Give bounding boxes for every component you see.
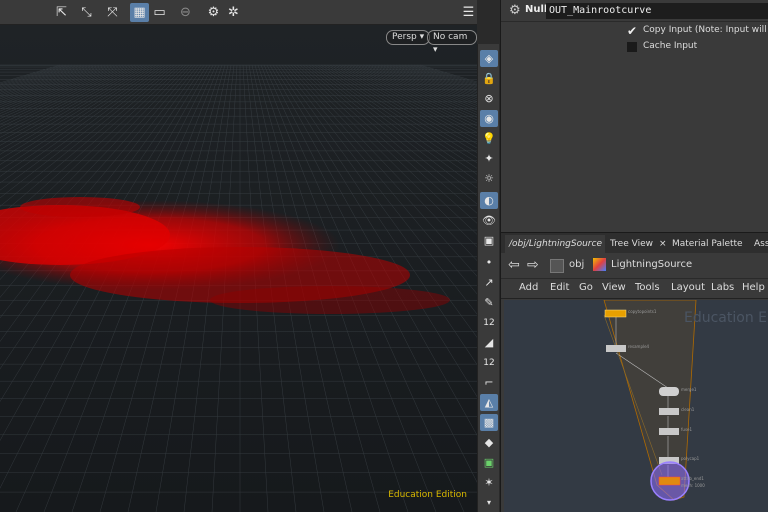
menu-go[interactable]: Go [579, 282, 593, 293]
forward-arrow-icon[interactable]: ⇨ [527, 257, 539, 273]
network-pane: /obj/LightningSource× Tree View × Materia… [500, 232, 768, 512]
tab-material-palette-label: Material Palette [672, 239, 743, 249]
handle-tool-icon[interactable]: ⤧ [103, 3, 122, 22]
point-display-icon[interactable]: • [480, 254, 498, 271]
node-output[interactable] [658, 476, 681, 486]
normal-display-icon[interactable]: ↗ [480, 274, 498, 291]
material-icon[interactable]: ◆ [480, 434, 498, 451]
menu-labs[interactable]: Labs [711, 282, 734, 293]
node-label-polycap: polycap1 [681, 456, 700, 461]
tab-tree-view[interactable]: Tree View × [606, 235, 666, 253]
network-editor[interactable]: Education E copytopoints1 resample4 merg… [504, 300, 768, 512]
node-clean[interactable] [659, 408, 679, 415]
node-fuse[interactable] [659, 428, 679, 435]
checker-icon[interactable]: ▩ [480, 414, 498, 431]
lock-icon[interactable]: 🔒 [480, 70, 498, 87]
copy-input-checkbox[interactable]: ✔ [627, 25, 637, 37]
tab-network[interactable]: /obj/LightningSource× [505, 235, 605, 253]
node-type-label: Null [525, 4, 548, 15]
uv-icon[interactable]: ⌐ [480, 374, 498, 391]
node-merge[interactable] [659, 387, 679, 396]
path-context[interactable]: obj [569, 259, 584, 270]
path-bar: ⇦ ⇨ obj LightningSource [501, 253, 768, 279]
geo-node-icon [593, 258, 606, 271]
vertex-number-icon[interactable]: 12 [480, 314, 498, 331]
camera-view-menu[interactable]: Persp ▾ [386, 30, 431, 45]
shading-icon[interactable]: ◐ [480, 192, 498, 209]
close-icon[interactable]: × [659, 239, 666, 249]
menu-layout[interactable]: Layout [671, 282, 705, 293]
menu-view[interactable]: View [602, 282, 626, 293]
cache-input-checkbox[interactable] [627, 42, 637, 52]
menu-help[interactable]: Help [742, 282, 765, 293]
snap-icon[interactable]: ✶ [480, 474, 498, 491]
camera-select-label: No cam [433, 32, 468, 42]
gear-icon[interactable]: ⚙ [509, 3, 521, 18]
clear-icon[interactable]: ⊗ [480, 90, 498, 107]
parameter-header: ⚙ Null OUT_Mainrootcurve [501, 0, 768, 22]
viewport-canvas[interactable] [0, 25, 477, 512]
node-label-output-info: mesh: 1000 [681, 483, 705, 488]
obj-context-icon [550, 259, 564, 273]
education-watermark-network: Education E [684, 310, 767, 326]
visibility-icon[interactable]: 👁 [480, 212, 498, 229]
education-watermark: Education Edition [388, 490, 467, 500]
node-label-fuse: fuse1 [681, 427, 693, 432]
prim-icon[interactable]: ◢ [480, 334, 498, 351]
select-tool-icon[interactable]: ⇱ [52, 3, 71, 22]
pane-tabs: /obj/LightningSource× Tree View × Materia… [501, 233, 768, 253]
node-resample[interactable] [606, 345, 626, 352]
back-arrow-icon[interactable]: ⇦ [508, 257, 520, 273]
node-label-clean: clean1 [681, 407, 695, 412]
node-copytopoints[interactable] [604, 309, 627, 318]
ghost-icon[interactable]: ◉ [480, 110, 498, 127]
node-label-output: attrib_end1 [681, 476, 704, 481]
menu-add[interactable]: Add [519, 282, 538, 293]
tab-asset-label: Asse [754, 239, 768, 249]
cache-input-label: Cache Input [643, 41, 698, 51]
viewport-toolbar: ⇱ ⤡ ⤧ ▦ ▭ ⊖ ⚙ ✲ ☰ ? [0, 0, 477, 25]
prim-number-icon[interactable]: 12 [480, 354, 498, 371]
scene-viewport[interactable]: ⇱ ⤡ ⤧ ▦ ▭ ⊖ ⚙ ✲ ☰ ? Persp ▾ No cam ▾ Edu… [0, 0, 477, 512]
tab-asset[interactable]: Asse [750, 235, 768, 253]
wireframe-icon[interactable]: ◭ [480, 394, 498, 411]
camera-select-menu[interactable]: No cam ▾ [427, 30, 477, 55]
node-label-copytopoints: copytopoints1 [628, 309, 657, 314]
menu-tools[interactable]: Tools [635, 282, 660, 293]
tab-tree-view-label: Tree View [610, 239, 653, 249]
viewport-side-toolbar: ◈ 🔒 ⊗ ◉ 💡 ✦ ☼ ◐ 👁 ▣ • ↗ ✎ 12 ◢ 12 ⌐ ◭ ▩ … [477, 44, 499, 512]
layout-icon[interactable]: ☰ [459, 3, 477, 22]
asterisk-icon[interactable]: ✲ [224, 3, 243, 22]
brush-icon[interactable]: ✎ [480, 294, 498, 311]
disabled-icon[interactable]: ⊖ [176, 3, 195, 22]
camera-icon[interactable]: ▣ [480, 232, 498, 249]
light-probe-icon[interactable]: ☼ [480, 170, 498, 187]
path-node[interactable]: LightningSource [611, 259, 692, 270]
node-label-merge: merge1 [681, 387, 697, 392]
view-tool-icon[interactable]: ▭ [150, 3, 169, 22]
more-tools-icon[interactable]: ▾ [480, 494, 498, 511]
copy-input-label: Copy Input (Note: Input will be s [643, 25, 768, 35]
camera-view-label: Persp [392, 32, 417, 42]
tab-network-label: /obj/LightningSource [509, 239, 602, 249]
network-menu-bar: Add Edit Go View Tools Layout Labs Help [501, 279, 768, 299]
houdini-window: ⇱ ⤡ ⤧ ▦ ▭ ⊖ ⚙ ✲ ☰ ? Persp ▾ No cam ▾ Edu… [0, 0, 768, 512]
snapshot-icon[interactable]: ⚙ [204, 3, 223, 22]
menu-edit[interactable]: Edit [550, 282, 569, 293]
display-options-icon[interactable]: ▦ [130, 3, 149, 22]
node-name-field[interactable]: OUT_Mainrootcurve [546, 3, 768, 19]
tab-material-palette[interactable]: Material Palette× [668, 235, 748, 253]
texture-icon[interactable]: ▣ [480, 454, 498, 471]
node-graph[interactable] [504, 300, 768, 512]
headlight-icon[interactable]: ✦ [480, 150, 498, 167]
transform-tool-icon[interactable]: ⤡ [77, 3, 96, 22]
light-icon[interactable]: 💡 [480, 130, 498, 147]
display-toggle-icon[interactable]: ◈ [480, 50, 498, 67]
node-label-resample: resample4 [628, 344, 650, 349]
